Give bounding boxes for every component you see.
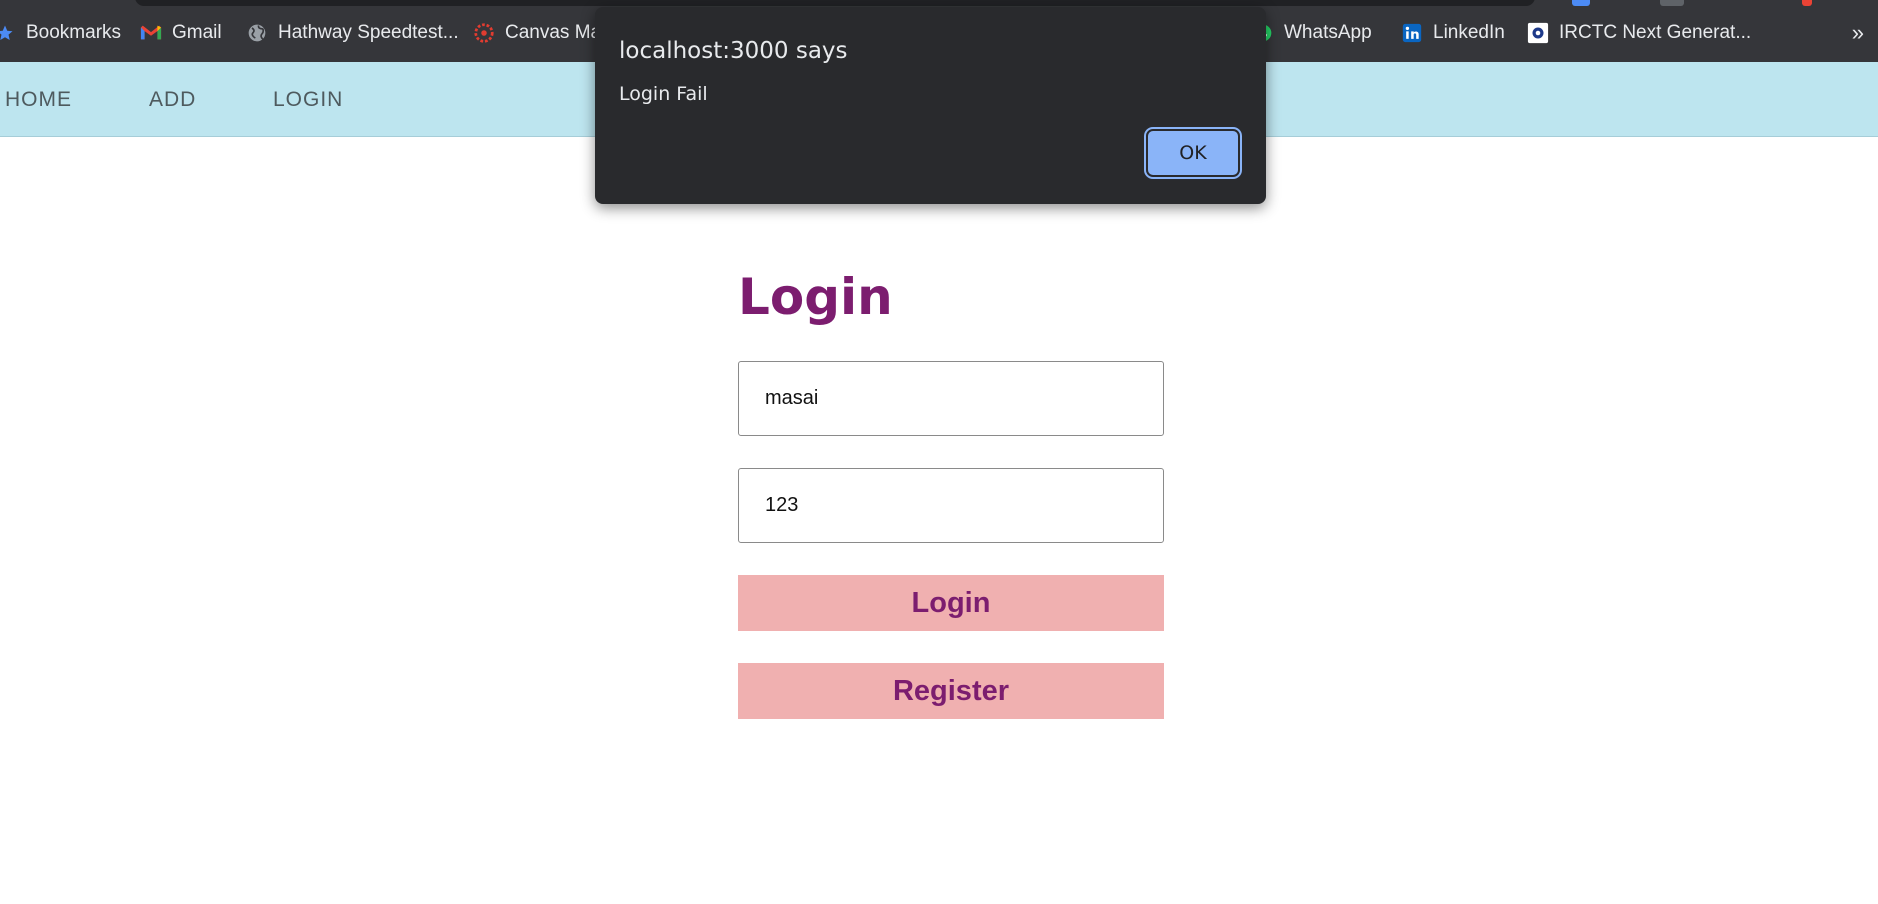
bookmark-label: Canvas Ma bbox=[505, 22, 602, 43]
dialog-message: Login Fail bbox=[619, 83, 708, 105]
extension-icon[interactable] bbox=[1660, 0, 1684, 6]
irctc-icon bbox=[1527, 22, 1549, 44]
canvas-icon bbox=[473, 22, 495, 44]
nav-link-login[interactable]: LOGIN bbox=[273, 88, 343, 112]
password-input[interactable] bbox=[738, 468, 1164, 543]
bookmarks-overflow-button[interactable]: » bbox=[1852, 20, 1864, 46]
bookmark-linkedin[interactable]: LinkedIn bbox=[1401, 21, 1505, 45]
bookmark-label: IRCTC Next Generat... bbox=[1559, 22, 1752, 43]
bookmark-label: Gmail bbox=[172, 22, 222, 43]
username-input[interactable] bbox=[738, 361, 1164, 436]
page-title: Login bbox=[738, 268, 893, 326]
extension-icon[interactable] bbox=[1572, 0, 1590, 6]
extension-icon[interactable] bbox=[1802, 0, 1812, 6]
globe-icon bbox=[246, 22, 268, 44]
bookmark-hathway[interactable]: Hathway Speedtest... bbox=[246, 21, 459, 45]
bookmark-label: LinkedIn bbox=[1433, 22, 1505, 43]
bookmark-label: Bookmarks bbox=[26, 22, 122, 43]
bookmark-irctc[interactable]: IRCTC Next Generat... bbox=[1527, 21, 1751, 45]
login-button[interactable]: Login bbox=[738, 575, 1164, 631]
bookmark-canvas[interactable]: Canvas Ma bbox=[473, 21, 601, 45]
dialog-title: localhost:3000 says bbox=[619, 38, 848, 64]
bookmark-gmail[interactable]: Gmail bbox=[140, 21, 222, 45]
register-button[interactable]: Register bbox=[738, 663, 1164, 719]
bookmark-label: Hathway Speedtest... bbox=[278, 22, 459, 43]
alert-dialog: localhost:3000 says Login Fail OK bbox=[595, 7, 1266, 204]
nav-link-home[interactable]: HOME bbox=[5, 88, 72, 112]
ok-button[interactable]: OK bbox=[1146, 129, 1240, 177]
bookmark-label: WhatsApp bbox=[1284, 22, 1372, 43]
bookmark-bookmarks[interactable]: Bookmarks bbox=[0, 21, 121, 45]
nav-link-add[interactable]: ADD bbox=[149, 88, 196, 112]
gmail-icon bbox=[140, 22, 162, 44]
bookmark-whatsapp[interactable]: WhatsApp bbox=[1252, 21, 1372, 45]
omnibox-edge bbox=[135, 0, 1535, 6]
linkedin-icon bbox=[1401, 22, 1423, 44]
star-icon bbox=[0, 22, 16, 44]
